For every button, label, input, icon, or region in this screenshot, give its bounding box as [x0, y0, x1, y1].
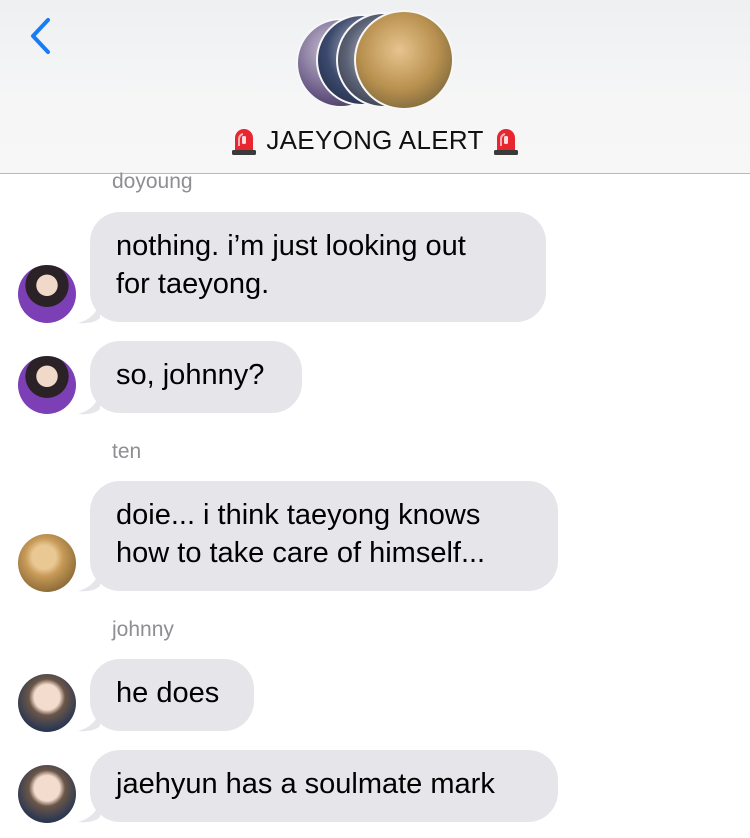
- message-bubble[interactable]: doie... i think taeyong knows how to tak…: [90, 481, 558, 591]
- message-bubble[interactable]: nothing. i’m just looking out for taeyon…: [90, 212, 546, 322]
- avatar-johnny[interactable]: [18, 765, 76, 823]
- conversation-header: JAEYONG ALERT: [0, 0, 750, 174]
- chevron-left-icon: [31, 18, 50, 54]
- message-bubble[interactable]: he does: [90, 659, 254, 731]
- group-avatar-stack[interactable]: [296, 10, 456, 110]
- back-button[interactable]: [22, 14, 58, 58]
- police-light-icon: [232, 129, 257, 155]
- sender-name: doyoung: [112, 170, 193, 193]
- message-bubble[interactable]: so, johnny?: [90, 341, 302, 413]
- group-title-row[interactable]: JAEYONG ALERT: [0, 120, 750, 160]
- avatar-doyoung[interactable]: [18, 265, 76, 323]
- avatar-ten[interactable]: [18, 534, 76, 592]
- sender-name: johnny: [112, 618, 174, 641]
- group-title: JAEYONG ALERT: [266, 124, 484, 155]
- police-light-icon: [493, 129, 518, 155]
- avatar-johnny[interactable]: [18, 674, 76, 732]
- avatar-doyoung[interactable]: [18, 356, 76, 414]
- group-member-avatar: [354, 10, 454, 110]
- message-bubble[interactable]: jaehyun has a soulmate mark: [90, 750, 558, 822]
- sender-name: ten: [112, 440, 142, 463]
